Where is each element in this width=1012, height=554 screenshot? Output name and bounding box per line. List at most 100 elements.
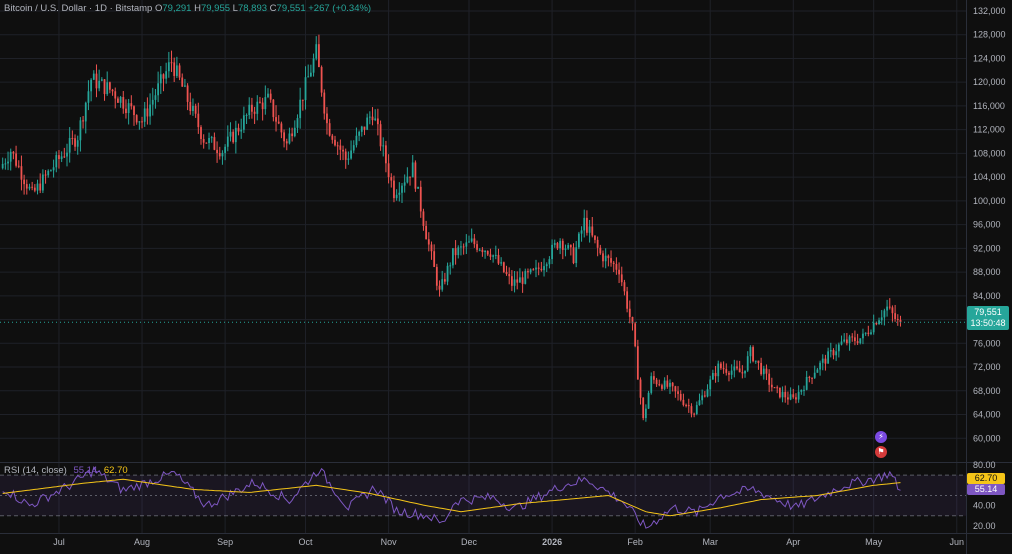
candle-body xyxy=(497,254,500,264)
candle-body xyxy=(760,362,763,375)
candle-body xyxy=(159,74,162,84)
candle-body xyxy=(738,368,741,373)
candle-body xyxy=(170,62,173,64)
candle-body xyxy=(33,187,36,191)
candle-body xyxy=(143,108,146,122)
candle-body xyxy=(489,254,492,257)
candle-body xyxy=(725,369,728,373)
candle-body xyxy=(465,242,468,247)
y-tick-label: 88,000 xyxy=(973,267,1001,277)
candle-body xyxy=(618,269,620,275)
candle-body xyxy=(103,79,106,95)
candle-body xyxy=(695,405,698,414)
x-tick-label: Dec xyxy=(461,537,478,547)
candle-body xyxy=(634,323,637,347)
candle-body xyxy=(671,382,674,387)
candle-body xyxy=(15,153,17,166)
x-tick-label: Jun xyxy=(950,537,965,547)
candle-body xyxy=(508,274,511,277)
candle-body xyxy=(650,376,653,393)
candle-body xyxy=(594,235,596,240)
y-tick-label: 116,000 xyxy=(973,101,1005,111)
candle-body xyxy=(108,82,111,90)
candle-body xyxy=(679,393,682,400)
price-chart[interactable]: 60,00064,00068,00072,00076,00080,00084,0… xyxy=(0,0,1012,554)
candle-body xyxy=(642,397,645,419)
candle-body xyxy=(256,101,259,114)
candle-body xyxy=(553,243,556,245)
candle-body xyxy=(870,332,872,334)
candle-body xyxy=(709,379,712,390)
candle-body xyxy=(205,142,208,144)
candle-body xyxy=(433,251,436,267)
y-tick-label: 108,000 xyxy=(973,148,1006,158)
candle-body xyxy=(591,226,594,236)
candle-body xyxy=(304,77,307,101)
candle-body xyxy=(674,386,677,392)
candle-body xyxy=(226,136,229,147)
change-value: +267 (+0.34%) xyxy=(308,3,372,14)
candle-body xyxy=(537,267,540,269)
candle-body xyxy=(376,118,379,125)
candle-body xyxy=(449,265,452,267)
candle-body xyxy=(714,372,717,377)
candle-body xyxy=(50,170,52,172)
candle-body xyxy=(157,83,160,96)
candle-body xyxy=(162,74,165,79)
x-tick-label: 2026 xyxy=(542,537,562,547)
candle-body xyxy=(545,264,548,267)
candle-body xyxy=(588,226,591,233)
open-value: 79,291 xyxy=(162,3,192,14)
candle-body xyxy=(283,132,285,142)
candle-body xyxy=(693,413,696,415)
candle-body xyxy=(524,271,527,284)
candle-body xyxy=(615,264,618,270)
candle-body xyxy=(406,176,409,183)
candle-body xyxy=(55,155,58,168)
candle-body xyxy=(111,89,114,92)
candle-body xyxy=(803,389,805,391)
candle-body xyxy=(744,370,746,374)
candle-body xyxy=(443,279,446,282)
candle-body xyxy=(197,113,200,128)
candle-body xyxy=(175,65,178,76)
candle-body xyxy=(569,245,572,248)
candle-body xyxy=(382,145,385,147)
candle-body xyxy=(146,108,149,117)
candle-body xyxy=(31,186,34,188)
y-tick-label: 60,000 xyxy=(973,433,1001,443)
candle-body xyxy=(639,379,642,398)
candle-body xyxy=(527,271,529,273)
lightning-icon[interactable]: ⚡ xyxy=(875,431,887,443)
candle-body xyxy=(95,73,98,89)
candle-body xyxy=(717,363,720,377)
candle-body xyxy=(773,387,776,389)
candle-body xyxy=(71,138,74,140)
candle-body xyxy=(395,194,398,199)
candle-body xyxy=(720,363,722,369)
candle-body xyxy=(210,137,213,139)
candle-body xyxy=(663,380,666,389)
rsi-value-badge: 55.14 xyxy=(967,484,1005,495)
candle-body xyxy=(770,384,773,388)
candle-body xyxy=(435,266,438,286)
low-value: 78,893 xyxy=(237,3,268,14)
candle-body xyxy=(851,336,854,338)
candle-body xyxy=(154,95,157,100)
candle-body xyxy=(484,250,486,253)
candle-body xyxy=(580,230,583,234)
candle-body xyxy=(559,240,562,249)
candle-body xyxy=(827,351,830,364)
candle-body xyxy=(733,366,736,371)
candle-body xyxy=(414,162,417,189)
candle-body xyxy=(519,277,521,283)
candle-body xyxy=(787,397,789,400)
candle-body xyxy=(393,180,395,199)
candle-body xyxy=(854,337,856,342)
candle-body xyxy=(20,166,23,180)
candle-body xyxy=(251,104,253,112)
candle-body xyxy=(352,145,355,151)
candle-body xyxy=(301,99,304,101)
flag-icon[interactable]: ⚑ xyxy=(875,446,887,458)
candle-body xyxy=(572,247,575,264)
